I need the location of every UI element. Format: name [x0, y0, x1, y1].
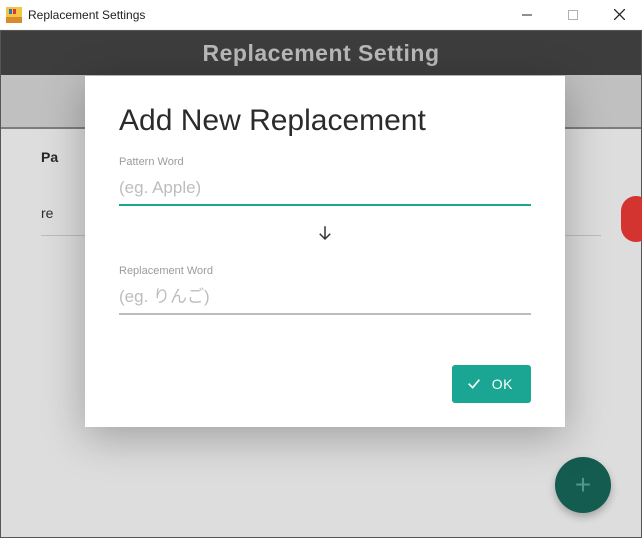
window-title: Replacement Settings: [28, 8, 145, 22]
dialog-title: Add New Replacement: [119, 104, 531, 138]
window-maximize-button[interactable]: [550, 0, 596, 29]
pattern-input[interactable]: [119, 172, 531, 206]
replacement-field-label: Replacement Word: [119, 265, 531, 277]
app-icon: [6, 7, 22, 23]
window-controls: [504, 0, 642, 29]
ok-button-label: OK: [492, 376, 513, 392]
window-close-button[interactable]: [596, 0, 642, 29]
arrow-down-icon: [119, 206, 531, 265]
add-replacement-dialog: Add New Replacement Pattern Word Replace…: [85, 76, 565, 427]
check-icon: [466, 375, 482, 394]
pattern-field-label: Pattern Word: [119, 156, 531, 168]
dialog-actions: OK: [119, 365, 531, 403]
replacement-input[interactable]: [119, 281, 531, 315]
ok-button[interactable]: OK: [452, 365, 531, 403]
window-titlebar: Replacement Settings: [0, 0, 642, 30]
window-minimize-button[interactable]: [504, 0, 550, 29]
